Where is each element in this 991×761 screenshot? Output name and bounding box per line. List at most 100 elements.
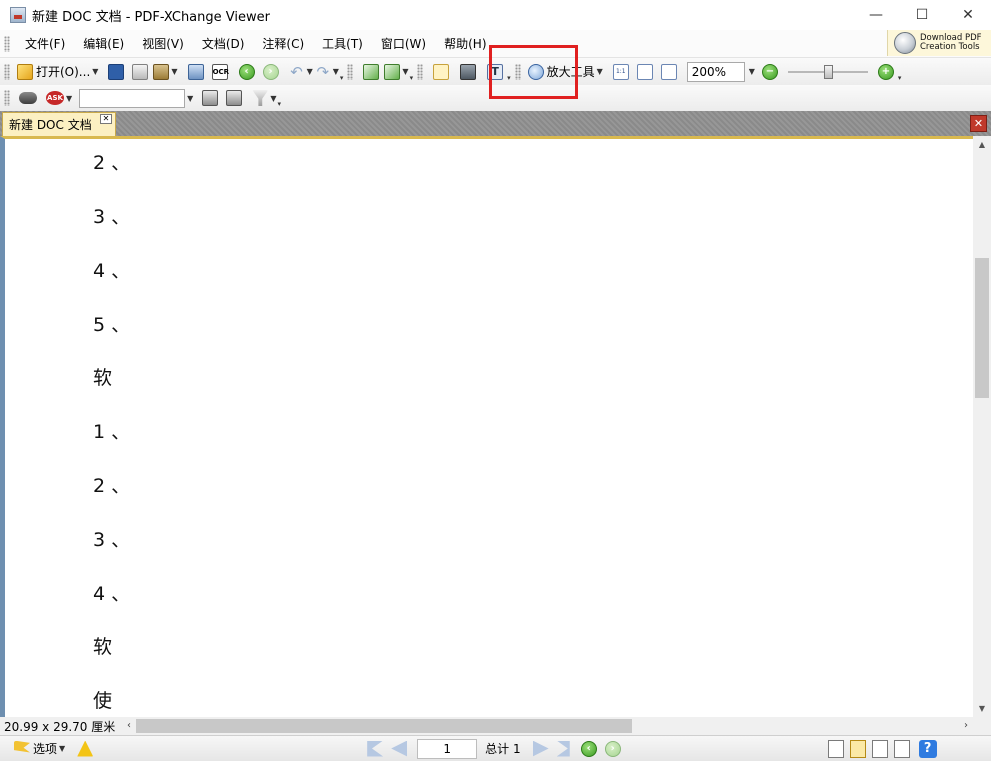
horizontal-scrollbar[interactable]: ‹ ›: [122, 717, 973, 735]
open-dropdown-icon[interactable]: ▼: [92, 67, 98, 76]
zoom-slider[interactable]: [787, 62, 868, 82]
pages-dropdown-icon[interactable]: ▼: [402, 67, 408, 76]
snapshot-tool-button[interactable]: [457, 61, 479, 83]
vertical-scrollbar[interactable]: ▲ ▼: [973, 136, 991, 717]
back-button[interactable]: ‹: [236, 61, 258, 83]
toolbar-grip[interactable]: [4, 63, 10, 80]
menu-tools[interactable]: 工具(T): [313, 33, 372, 55]
search-button[interactable]: [199, 87, 221, 109]
fit-page-button[interactable]: [634, 61, 656, 83]
warning-button[interactable]: [74, 738, 96, 760]
single-page-layout-icon[interactable]: [827, 739, 844, 758]
zoom-tool-button[interactable]: 放大工具 ▼: [527, 61, 603, 83]
horizontal-scroll-thumb[interactable]: [136, 719, 632, 733]
search-options-button[interactable]: [223, 87, 245, 109]
filter-dropdown-icon[interactable]: ▼: [270, 94, 276, 103]
undo-button[interactable]: ↶ ▼: [289, 61, 313, 83]
nav-forward-button[interactable]: ›: [602, 738, 624, 760]
toolbar2-grip[interactable]: [4, 90, 10, 106]
scroll-right-icon[interactable]: ›: [959, 717, 973, 735]
minimize-button[interactable]: —: [853, 0, 899, 30]
toolbar-more-icon-4[interactable]: ▾: [898, 74, 902, 82]
redo-button[interactable]: ↷ ▼: [315, 61, 339, 83]
options-label: 选项: [33, 742, 58, 756]
zoom-level-dropdown-icon[interactable]: ▼: [749, 67, 755, 76]
scan-button[interactable]: [185, 61, 207, 83]
extract-pages-button[interactable]: ▼: [384, 61, 409, 83]
toolbar-grip-4[interactable]: [514, 63, 521, 80]
print-button[interactable]: [129, 61, 151, 83]
undo-dropdown-icon[interactable]: ▼: [307, 67, 313, 76]
first-page-icon[interactable]: [367, 740, 384, 757]
toolbar-grip-2[interactable]: [347, 63, 354, 80]
zoom-slider-thumb[interactable]: [823, 64, 833, 79]
page-size-text: 20.99 x 29.70 厘米: [4, 719, 116, 734]
nav-forward-icon: ›: [604, 740, 621, 757]
zoom-tool-dropdown-icon[interactable]: ▼: [597, 67, 603, 76]
toolbar-more-icon[interactable]: ▾: [340, 74, 344, 82]
facing-layout-icon[interactable]: [871, 739, 888, 758]
open-button[interactable]: 打开(O)... ▼: [17, 61, 98, 83]
scroll-down-icon[interactable]: ▼: [973, 700, 991, 717]
doc-line: 4 、: [93, 260, 131, 282]
continuous-facing-layout-icon[interactable]: [893, 739, 910, 758]
tab-close-icon[interactable]: ✕: [100, 114, 112, 124]
close-all-tabs-button[interactable]: ✕: [970, 115, 987, 132]
previous-page-icon[interactable]: [391, 740, 408, 757]
fit-width-button[interactable]: [658, 61, 680, 83]
menubar-grip[interactable]: [4, 35, 10, 52]
next-page-icon[interactable]: [532, 740, 549, 757]
ask-dropdown-icon[interactable]: ▼: [66, 94, 72, 103]
title-bar: 新建 DOC 文档 - PDF-XChange Viewer — ☐ ✕: [0, 0, 991, 30]
menu-help[interactable]: 帮助(H): [435, 33, 495, 55]
text-select-tool-button[interactable]: T: [484, 61, 506, 83]
rotate-pages-button[interactable]: [360, 61, 382, 83]
find-button[interactable]: [17, 87, 39, 109]
zoom-in-button[interactable]: +: [875, 61, 897, 83]
scroll-up-icon[interactable]: ▲: [973, 136, 991, 153]
hand-tool-button[interactable]: [430, 61, 452, 83]
actual-size-button[interactable]: 1:1: [610, 61, 632, 83]
toolbar-grip-3[interactable]: [417, 63, 424, 80]
forward-button[interactable]: ›: [260, 61, 282, 83]
close-button[interactable]: ✕: [945, 0, 991, 30]
zoom-out-button[interactable]: −: [759, 61, 781, 83]
web-search-input[interactable]: [79, 88, 186, 108]
toolbar2-more-icon[interactable]: ▾: [277, 100, 281, 108]
nav-back-button[interactable]: ‹: [578, 738, 600, 760]
download-creation-tools-button[interactable]: Download PDF Creation Tools: [887, 30, 991, 56]
menu-comments[interactable]: 注释(C): [253, 33, 313, 55]
ask-search-button[interactable]: ASK ▼: [46, 87, 72, 109]
web-search-dropdown-icon[interactable]: ▼: [187, 94, 193, 103]
continuous-layout-icon[interactable]: [849, 739, 866, 758]
document-view[interactable]: 2 、 3 、 4 、 5 、 软 1 、 2 、 3 、 4 、 软 使: [0, 136, 973, 717]
text-select-icon: T: [487, 63, 504, 80]
save-button[interactable]: [105, 61, 127, 83]
menu-edit[interactable]: 编辑(E): [74, 33, 133, 55]
camera-icon: [460, 63, 477, 80]
app-icon: [10, 7, 26, 23]
zoom-tool-label: 放大工具: [546, 65, 595, 79]
scroll-left-icon[interactable]: ‹: [122, 717, 136, 735]
menu-view[interactable]: 视图(V): [133, 33, 193, 55]
options-dropdown-icon[interactable]: ▼: [59, 744, 65, 753]
filter-button[interactable]: ▼: [252, 87, 276, 109]
menu-document[interactable]: 文档(D): [193, 33, 254, 55]
toolbar-more-icon-2[interactable]: ▾: [410, 74, 414, 82]
package-dropdown-icon[interactable]: ▼: [171, 67, 177, 76]
help-icon[interactable]: ?: [918, 739, 937, 758]
options-button[interactable]: 选项 ▼: [14, 738, 65, 760]
last-page-icon[interactable]: [556, 740, 570, 757]
redo-icon: ↷: [316, 62, 330, 81]
package-button[interactable]: ▼: [153, 61, 178, 83]
menu-file[interactable]: 文件(F): [16, 33, 74, 55]
ocr-button[interactable]: OCR: [209, 61, 231, 83]
vertical-scroll-thumb[interactable]: [975, 258, 989, 398]
toolbar-more-icon-3[interactable]: ▾: [507, 74, 511, 82]
redo-dropdown-icon[interactable]: ▼: [333, 67, 339, 76]
zoom-level-input[interactable]: 200%: [686, 61, 745, 82]
tab-new-doc[interactable]: 新建 DOC 文档 ✕: [2, 112, 116, 136]
maximize-button[interactable]: ☐: [899, 0, 945, 30]
page-number-input[interactable]: 1: [417, 738, 478, 759]
menu-window[interactable]: 窗口(W): [372, 33, 435, 55]
